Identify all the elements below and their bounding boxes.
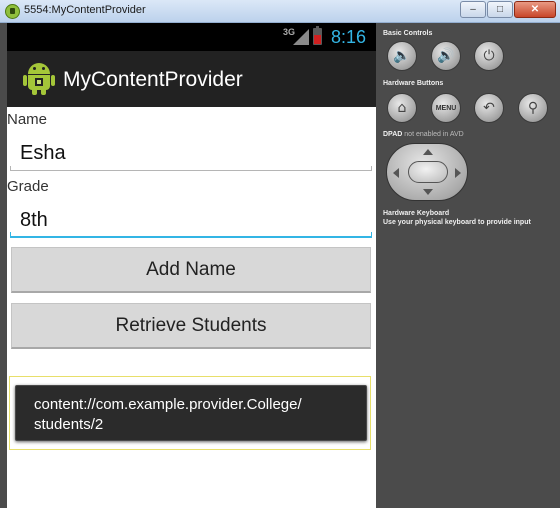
- name-label: Name: [7, 111, 48, 128]
- add-name-button[interactable]: Add Name: [11, 247, 371, 293]
- android-icon: [23, 63, 55, 95]
- name-field-value: Esha: [20, 142, 66, 164]
- basic-controls-label: Basic Controls: [383, 30, 433, 37]
- toast-message: content://com.example.provider.College/ …: [15, 385, 367, 441]
- dpad-right-icon[interactable]: [455, 168, 461, 178]
- retrieve-students-button[interactable]: Retrieve Students: [11, 303, 371, 349]
- hardware-keyboard-note: Use your physical keyboard to provide in…: [383, 219, 531, 226]
- back-button[interactable]: ↶: [474, 93, 504, 123]
- dpad-label: DPAD not enabled in AVD: [383, 131, 464, 138]
- emulator-app-icon: [5, 4, 20, 19]
- action-bar: MyContentProvider: [7, 51, 376, 107]
- minimize-button[interactable]: –: [460, 1, 486, 18]
- toast-line-1: content://com.example.provider.College/: [34, 396, 302, 413]
- app-title: MyContentProvider: [63, 68, 243, 91]
- home-icon: ⌂: [397, 100, 407, 116]
- search-icon: ⚲: [527, 100, 539, 116]
- window-controls: – □ ✕: [460, 1, 556, 18]
- signal-icon: [293, 29, 309, 45]
- power-button[interactable]: ⏻: [474, 41, 504, 71]
- dpad-down-icon[interactable]: [423, 189, 433, 195]
- power-icon: ⏻: [483, 48, 495, 64]
- home-button[interactable]: ⌂: [387, 93, 417, 123]
- hardware-keyboard-info: Hardware Keyboard Use your physical keyb…: [383, 209, 531, 227]
- dpad[interactable]: [386, 143, 468, 201]
- grade-label: Grade: [7, 178, 49, 195]
- volume-up-button[interactable]: 🔊: [431, 41, 461, 71]
- maximize-button[interactable]: □: [487, 1, 513, 18]
- close-button[interactable]: ✕: [514, 1, 556, 18]
- dpad-center-button[interactable]: [408, 161, 448, 183]
- toast-line-2: students/2: [34, 416, 104, 433]
- emulator-frame: 3G 8:16 MyContentProvider Name Esha Grad…: [0, 23, 560, 508]
- device-screen[interactable]: 3G 8:16 MyContentProvider Name Esha Grad…: [7, 23, 376, 508]
- back-icon: ↶: [483, 100, 495, 116]
- hardware-buttons-label: Hardware Buttons: [383, 80, 444, 87]
- status-clock: 8:16: [331, 27, 367, 47]
- dpad-up-icon[interactable]: [423, 149, 433, 155]
- window-title: 5554:MyContentProvider: [24, 4, 146, 16]
- search-button[interactable]: ⚲: [518, 93, 548, 123]
- volume-up-icon: 🔊: [437, 48, 455, 64]
- dpad-left-icon[interactable]: [393, 168, 399, 178]
- status-bar: 3G 8:16: [7, 23, 376, 51]
- volume-down-button[interactable]: 🔈: [387, 41, 417, 71]
- volume-down-icon: 🔈: [393, 48, 411, 64]
- battery-icon: [313, 26, 322, 45]
- grade-field-value: 8th: [20, 209, 48, 231]
- emulator-controls-panel: Basic Controls 🔈 🔊 ⏻ Hardware Buttons ⌂ …: [376, 23, 560, 508]
- grade-field[interactable]: 8th: [10, 206, 372, 238]
- dpad-note: not enabled in AVD: [404, 131, 464, 138]
- name-field[interactable]: Esha: [10, 139, 372, 171]
- hardware-keyboard-label: Hardware Keyboard: [383, 210, 450, 217]
- window-title-bar[interactable]: 5554:MyContentProvider – □ ✕: [0, 0, 560, 23]
- menu-button[interactable]: MENU: [431, 93, 461, 123]
